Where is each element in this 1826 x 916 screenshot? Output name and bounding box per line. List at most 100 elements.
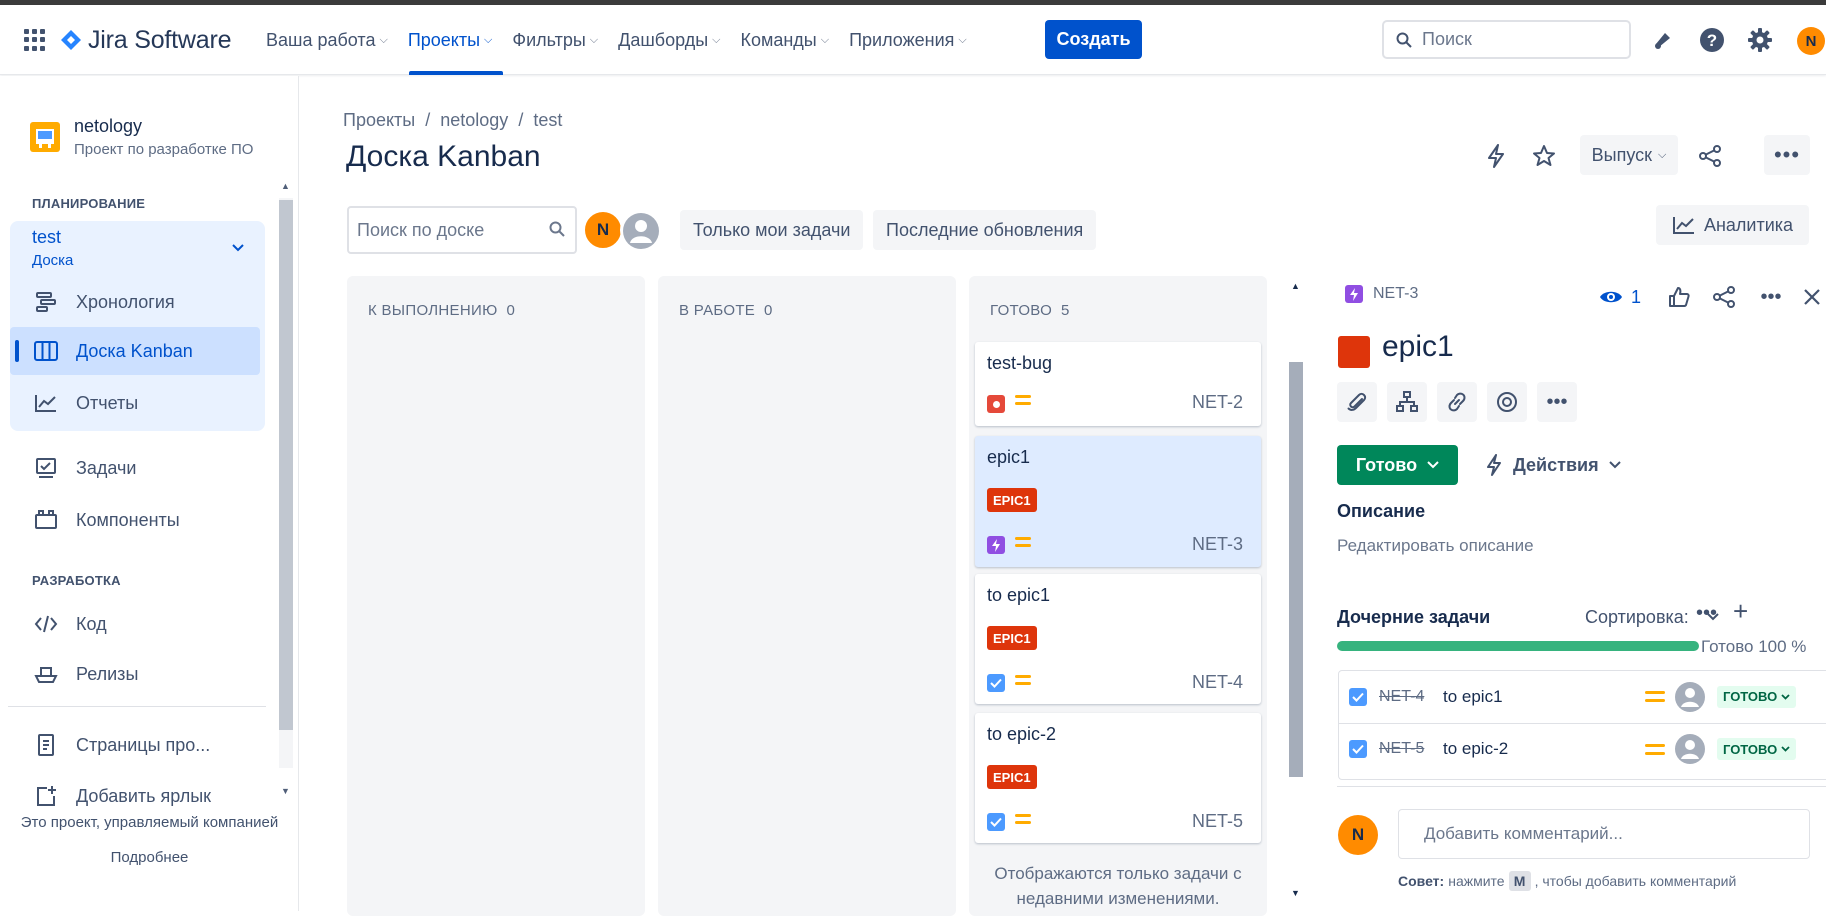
add-child-icon[interactable]: + <box>1733 596 1748 627</box>
sidebar-item-label: Страницы про... <box>76 734 211 755</box>
epic-color-swatch <box>1338 336 1370 368</box>
issue-card-selected[interactable]: epic1 EPIC1 NET-3 <box>975 436 1261 567</box>
sidebar-item-issues[interactable]: Задачи <box>10 444 260 492</box>
board-search-input[interactable]: Поиск по доске <box>347 206 577 254</box>
reports-chart-icon <box>34 391 58 415</box>
learn-more-link[interactable]: Подробнее <box>0 849 299 866</box>
filter-avatar-user[interactable]: N <box>583 210 623 250</box>
assignee-avatar[interactable] <box>1675 681 1705 712</box>
help-icon[interactable]: ? <box>1699 27 1725 53</box>
epic-lozenge[interactable]: EPIC1 <box>987 488 1037 512</box>
app-switcher-icon[interactable] <box>24 29 46 51</box>
nav-filters[interactable]: Фильтры ⌵ <box>502 5 608 75</box>
child-issue-summary[interactable]: to epic-2 <box>1443 739 1508 759</box>
status-dropdown-button[interactable]: Готово <box>1337 445 1458 485</box>
thumbs-up-icon[interactable] <box>1666 284 1692 310</box>
user-avatar[interactable]: N <box>1797 27 1825 55</box>
scrollbar-thumb[interactable] <box>279 200 293 730</box>
chevron-down-icon <box>1781 746 1790 752</box>
child-more-icon[interactable]: ••• <box>1696 602 1717 625</box>
jira-logo[interactable]: Jira Software <box>60 25 231 55</box>
sidebar-item-project-pages[interactable]: Страницы про... <box>10 721 260 769</box>
epic-lozenge[interactable]: EPIC1 <box>987 765 1037 789</box>
sidebar-item-components[interactable]: Компоненты <box>10 496 260 544</box>
nav-apps[interactable]: Приложения ⌵ <box>839 5 977 75</box>
more-actions-button[interactable]: ••• <box>1764 135 1810 175</box>
more-options-icon[interactable]: ••• <box>1756 284 1786 310</box>
add-comment-input[interactable]: Добавить комментарий... <box>1398 809 1810 859</box>
child-issue-summary[interactable]: to epic1 <box>1443 687 1503 707</box>
card-key[interactable]: NET-5 <box>1192 811 1243 832</box>
attachment-icon[interactable] <box>1337 382 1377 422</box>
card-key[interactable]: NET-3 <box>1192 534 1243 555</box>
nav-your-work[interactable]: Ваша работа ⌵ <box>256 5 398 75</box>
share-icon[interactable] <box>1692 136 1728 176</box>
board-name[interactable]: test <box>32 227 61 248</box>
tip-prefix: Совет: <box>1398 873 1445 889</box>
notifications-bell-icon[interactable] <box>1650 27 1676 53</box>
issue-title[interactable]: epic1 <box>1382 330 1454 364</box>
settings-gear-icon[interactable] <box>1747 27 1773 53</box>
child-status-lozenge[interactable]: ГОТОВО <box>1717 738 1797 760</box>
sidebar-item-reports[interactable]: Отчеты <box>10 379 260 427</box>
project-avatar[interactable] <box>30 122 60 152</box>
project-type: Проект по разработке ПО <box>74 141 254 158</box>
child-progress-bar <box>1337 641 1699 651</box>
issue-card[interactable]: to epic1 EPIC1 NET-4 <box>975 574 1261 704</box>
breadcrumb-projects[interactable]: Проекты <box>343 110 415 131</box>
sidebar-item-timeline[interactable]: Хронология <box>10 278 260 326</box>
nav-label: Фильтры <box>512 29 586 50</box>
nav-teams[interactable]: Команды ⌵ <box>730 5 839 75</box>
close-icon[interactable] <box>1800 284 1824 310</box>
sidebar-scrollbar[interactable]: ▲ ▼ <box>276 176 296 806</box>
sidebar-item-kanban-board[interactable]: Доска Kanban <box>10 327 260 375</box>
actions-dropdown-button[interactable]: Действия <box>1485 445 1621 485</box>
child-status-lozenge[interactable]: ГОТОВО <box>1717 685 1797 708</box>
target-icon[interactable] <box>1487 382 1527 422</box>
recently-updated-filter[interactable]: Последние обновления <box>873 210 1097 250</box>
card-key[interactable]: NET-2 <box>1192 392 1243 413</box>
issue-key-breadcrumb[interactable]: NET-3 <box>1345 285 1418 303</box>
nav-projects[interactable]: Проекты ⌵ <box>398 5 503 75</box>
global-search-input[interactable]: Поиск <box>1382 20 1631 59</box>
sidebar-item-code[interactable]: Код <box>10 600 260 648</box>
release-dropdown-button[interactable]: Выпуск ⌵ <box>1580 135 1678 175</box>
sidebar-item-releases[interactable]: Релизы <box>10 650 260 698</box>
board-scrollbar[interactable]: ▲ ▼ <box>1286 276 1306 906</box>
chevron-down-icon[interactable] <box>232 239 244 255</box>
child-issue-row[interactable]: NET-4 to epic1 ГОТОВО <box>1339 671 1826 722</box>
share-icon[interactable] <box>1711 284 1737 310</box>
card-key[interactable]: NET-4 <box>1192 672 1243 693</box>
child-issue-hierarchy-icon[interactable] <box>1387 382 1427 422</box>
issue-card[interactable]: to epic-2 EPIC1 NET-5 <box>975 713 1261 843</box>
link-icon[interactable] <box>1437 382 1477 422</box>
nav-dashboards[interactable]: Дашборды ⌵ <box>608 5 730 75</box>
project-name[interactable]: netology <box>74 116 142 137</box>
star-icon[interactable] <box>1526 136 1562 176</box>
breadcrumb-board[interactable]: test <box>533 110 562 131</box>
create-button[interactable]: Создать <box>1045 20 1142 59</box>
analytics-button[interactable]: Аналитика <box>1656 205 1809 245</box>
scroll-up-arrow-icon[interactable]: ▲ <box>1291 281 1300 291</box>
scroll-up-arrow-icon[interactable]: ▲ <box>281 181 290 191</box>
scroll-down-arrow-icon[interactable]: ▼ <box>1291 888 1300 898</box>
child-issue-key[interactable]: NET-4 <box>1379 688 1424 706</box>
board-type: Доска <box>32 252 74 269</box>
child-issue-key[interactable]: NET-5 <box>1379 740 1424 758</box>
sidebar-item-add-shortcut[interactable]: Добавить ярлык <box>10 772 260 820</box>
description-placeholder[interactable]: Редактировать описание <box>1337 536 1534 556</box>
filter-avatar-unassigned[interactable] <box>620 210 660 250</box>
scrollbar-thumb[interactable] <box>1289 362 1303 777</box>
more-tools-icon[interactable]: ••• <box>1537 382 1577 422</box>
issue-card[interactable]: test-bug NET-2 <box>975 342 1261 426</box>
epic-lozenge[interactable]: EPIC1 <box>987 626 1037 650</box>
priority-medium-icon <box>1645 743 1665 755</box>
child-issue-row[interactable]: NET-5 to epic-2 ГОТОВО <box>1339 723 1826 774</box>
watchers-button[interactable]: 1 <box>1599 284 1641 310</box>
automation-lightning-icon[interactable] <box>1478 136 1514 176</box>
chevron-down-icon: ⌵ <box>1658 148 1667 161</box>
scroll-down-arrow-icon[interactable]: ▼ <box>281 786 290 796</box>
assignee-avatar[interactable] <box>1675 734 1705 764</box>
only-my-issues-filter[interactable]: Только мои задачи <box>680 210 864 250</box>
breadcrumb-project[interactable]: netology <box>440 110 508 131</box>
